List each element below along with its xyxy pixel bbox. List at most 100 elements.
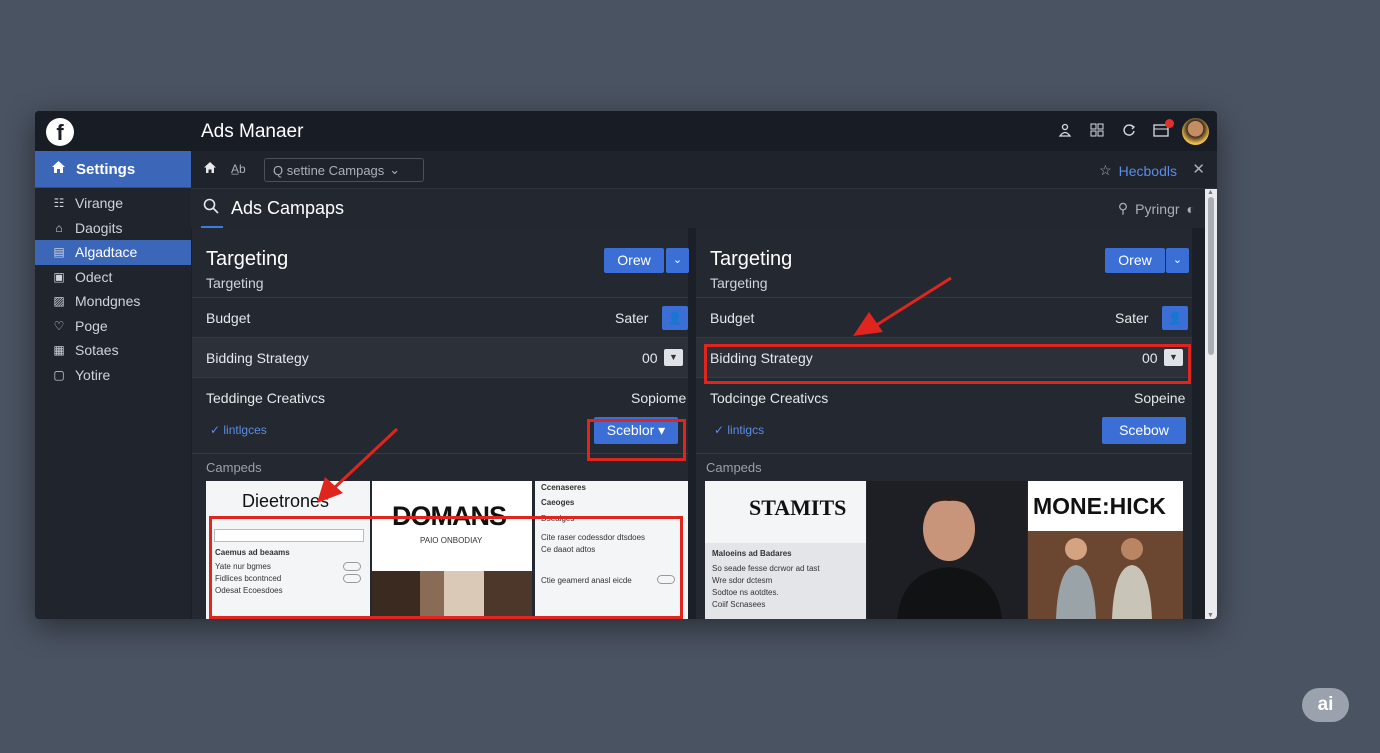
- heebodis-link[interactable]: ☆ Hecbodls: [1099, 162, 1177, 179]
- sidebar-item-mondgnes[interactable]: ▨ Mondgnes: [35, 289, 191, 314]
- campaign-thumbnails: STAMITS Maloeins ad Badares So seade fes…: [705, 481, 1187, 619]
- document-icon: ▢: [53, 367, 65, 382]
- audience-icon: ▤: [53, 245, 65, 260]
- top-icons: [1054, 118, 1209, 145]
- sidebar-item-label: Odect: [75, 268, 113, 285]
- creatives-label: Teddinge Creativcs: [206, 390, 326, 406]
- highlight-box-bidding: [704, 344, 1191, 384]
- creatives-row: Todcinge Creativcs Sopeine ✓ lintigcs Sc…: [696, 378, 1192, 454]
- scroll-thumb[interactable]: [1208, 197, 1214, 355]
- heart-icon: ♡: [53, 318, 65, 333]
- sidebar-item-algadtace[interactable]: ▤ Algadtace: [35, 240, 191, 265]
- budget-row: Budget Sater 👤: [192, 298, 688, 338]
- thumb-title: MONE:HICK: [1033, 493, 1166, 519]
- person-icon[interactable]: [1054, 121, 1076, 143]
- campaign-thumbnail[interactable]: STAMITS Maloeins ad Badares So seade fes…: [705, 481, 866, 619]
- home-icon[interactable]: [203, 161, 217, 177]
- thumb-line: Coiif Scnasees: [712, 600, 766, 609]
- chevron-down-icon: ⌄: [389, 162, 401, 177]
- search-icon: ⚲: [1117, 200, 1129, 216]
- thumb-line: Ccenaseres: [541, 483, 586, 492]
- bidding-label: Bidding Strategy: [206, 350, 309, 366]
- search-icon[interactable]: [203, 198, 219, 219]
- pyringr-label: Pyringr: [1135, 200, 1180, 217]
- scroll-down-icon[interactable]: ▼: [1207, 612, 1214, 619]
- user-icon[interactable]: 👤: [1162, 306, 1188, 330]
- sidebar: Settings ☷ Virange ⌂ Daogits ▤ Algadtace ▣ O…: [35, 151, 191, 619]
- pointer-arrow: [853, 276, 952, 336]
- sidebar-item-poge[interactable]: ♡ Poge: [35, 314, 191, 339]
- sidebar-item-label: Virange: [75, 195, 124, 212]
- highlight-box-thumbs: [209, 516, 683, 619]
- bidding-strategy-row[interactable]: Bidding Strategy 00 ▼: [192, 338, 688, 378]
- notifications-icon[interactable]: [1150, 118, 1174, 143]
- highlight-box-select: [587, 419, 686, 461]
- facebook-logo[interactable]: f: [46, 118, 74, 146]
- heebodis-label: Hecbodls: [1118, 162, 1177, 179]
- close-icon[interactable]: ✕: [1192, 160, 1205, 178]
- notification-badge: [1165, 118, 1174, 128]
- pyringr-search[interactable]: ⚲ Pyringr ◐: [1118, 200, 1195, 217]
- sidebar-item-odect[interactable]: ▣ Odect: [35, 265, 191, 290]
- sidebar-item-yotire[interactable]: ▢ Yotire: [35, 363, 191, 388]
- toggle-icon: ◐: [1186, 200, 1195, 217]
- view-button[interactable]: Orew: [1105, 248, 1165, 273]
- sidebar-item-label: Yotire: [75, 366, 111, 383]
- scrollbar[interactable]: ▲ ▼: [1205, 189, 1217, 619]
- thumb-line: Caeoges: [541, 498, 575, 507]
- home-icon: [51, 160, 66, 178]
- campaigns-label: Campeds: [206, 460, 262, 475]
- ai-watermark: ai: [1302, 688, 1349, 722]
- portrait-photo: [867, 481, 1027, 619]
- tags-link[interactable]: ✓ lintlgces: [210, 423, 267, 437]
- sidebar-list: ☷ Virange ⌂ Daogits ▤ Algadtace ▣ Odect ▨ Mon…: [35, 188, 191, 387]
- home-outline-icon: ⌂: [55, 220, 63, 235]
- text-format-icon[interactable]: A̲b: [231, 162, 246, 176]
- creatives-label: Todcinge Creativcs: [710, 390, 829, 406]
- sidebar-item-label: Sotaes: [75, 342, 119, 359]
- budget-label: Budget: [206, 310, 251, 326]
- campaigns-title-bar: Ads Campaps ⚲ Pyringr ◐: [191, 189, 1205, 228]
- budget-value: Sater: [1115, 310, 1149, 326]
- campaigns-label: Campeds: [706, 460, 762, 475]
- view-button[interactable]: Orew: [604, 248, 664, 273]
- campaign-search-dropdown[interactable]: Q settine Campags ⌄: [264, 158, 424, 182]
- sidebar-header-settings[interactable]: Settings: [35, 151, 191, 188]
- app-title: Ads Manaer: [201, 121, 304, 142]
- sidebar-item-daogits[interactable]: ⌂ Daogits: [35, 216, 191, 241]
- select-button[interactable]: Scebow: [1102, 417, 1186, 444]
- thumb-line: Maloeins ad Badares: [712, 549, 792, 558]
- thumb-line: Sodtoe ns aotdtes.: [712, 588, 779, 597]
- view-dropdown-button[interactable]: ⌄: [1166, 248, 1189, 273]
- campaign-thumbnail[interactable]: [867, 481, 1027, 619]
- sidebar-item-label: Poge: [75, 317, 108, 334]
- image-icon: ▨: [53, 294, 65, 309]
- pointer-arrow: [317, 427, 399, 503]
- scroll-up-icon[interactable]: ▲: [1207, 189, 1214, 196]
- sidebar-item-virange[interactable]: ☷ Virange: [35, 191, 191, 216]
- bidding-value: 00: [642, 350, 658, 366]
- avatar[interactable]: [1182, 118, 1209, 145]
- grid-icon[interactable]: [1086, 121, 1108, 143]
- budget-value: Sater: [615, 310, 649, 326]
- breadcrumb-bar: A̲b Q settine Campags ⌄ ☆ Hecbodls ✕: [191, 151, 1217, 189]
- view-dropdown-button[interactable]: ⌄: [666, 248, 689, 273]
- tags-link[interactable]: ✓ lintigcs: [714, 423, 764, 437]
- sidebar-item-sotaes[interactable]: ▦ Sotaes: [35, 338, 191, 363]
- sidebar-item-label: Algadtace: [75, 244, 138, 261]
- panel-header: Targeting Targeting Orew ⌄: [192, 228, 689, 298]
- app-window: f Ads Manaer Settings ☷ Virange ⌂ Daogit…: [35, 111, 1217, 619]
- sidebar-item-label: Mondgnes: [75, 293, 141, 310]
- thumb-title: STAMITS: [749, 495, 847, 520]
- user-icon[interactable]: 👤: [662, 306, 688, 330]
- page-title: Ads Campaps: [231, 198, 345, 218]
- calendar-icon: ▦: [53, 343, 65, 358]
- object-icon: ▣: [53, 269, 65, 284]
- budget-label: Budget: [710, 310, 755, 326]
- campaign-thumbnail[interactable]: MONE:HICK: [1028, 481, 1183, 619]
- top-bar: f Ads Manaer: [35, 111, 1217, 151]
- star-icon: ☆: [1099, 162, 1112, 178]
- thumb-line: So seade fesse dcrwor ad tast: [712, 564, 820, 573]
- bidding-dropdown-icon[interactable]: ▼: [664, 349, 683, 366]
- refresh-icon[interactable]: [1118, 121, 1140, 143]
